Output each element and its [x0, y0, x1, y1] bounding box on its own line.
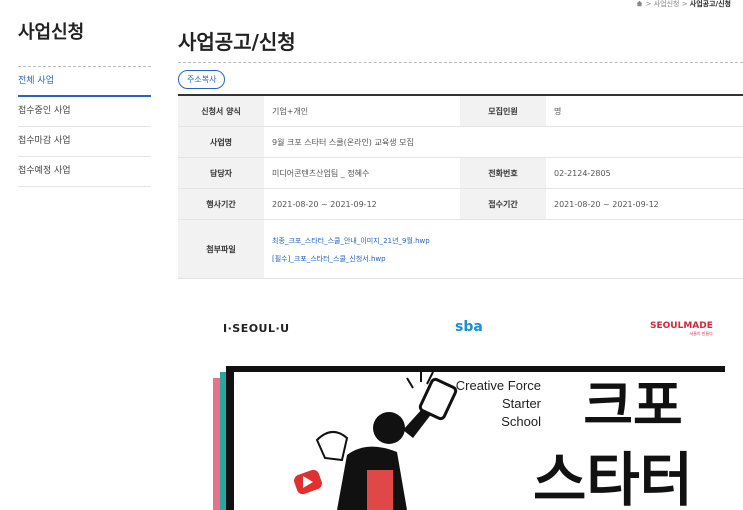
file-link[interactable]: [필수]_크포_스타터_스쿨_신청서.hwp — [272, 254, 735, 264]
period-label: 행사기간 — [178, 188, 264, 220]
sidebar-title: 사업신청 — [18, 22, 85, 43]
banner-big2: 스타터 — [533, 446, 693, 510]
files-list: 최종_크포_스타터_스쿨_안내_이미지_21년_9월.hwp [필수]_크포_스… — [264, 219, 743, 279]
apply-value: 2021-08-20 ~ 2021-09-12 — [546, 188, 743, 220]
phone-label: 전화번호 — [460, 157, 546, 189]
manager-value: 미디어콘텐츠산업팀 _ 정혜수 — [264, 157, 460, 189]
name-value: 9월 크포 스타터 스쿨(온라인) 교육생 모집 — [264, 126, 743, 158]
apply-label: 접수기간 — [460, 188, 546, 220]
sidebar: 사업신청 전체 사업 접수중인 사업 접수마감 사업 접수예정 사업 — [18, 18, 151, 187]
form-value: 기업+개인 — [264, 95, 460, 127]
table-row: 행사기간 2021-08-20 ~ 2021-09-12 접수기간 2021-0… — [178, 188, 743, 220]
table-row: 신청서 양식 기업+개인 모집인원 명 — [178, 95, 743, 127]
sidebar-item-upcoming[interactable]: 접수예정 사업 — [18, 157, 151, 187]
home-icon[interactable] — [636, 0, 643, 7]
partner-logos: I·SEOUL·U sba SEOULMADE 서울이 만들다 — [178, 319, 743, 340]
divider — [178, 62, 743, 63]
promo-banner: Creative Force Starter School 크포 스타터 — [213, 366, 725, 510]
file-link[interactable]: 최종_크포_스타터_스쿨_안내_이미지_21년_9월.hwp — [272, 236, 735, 246]
sidebar-item-closed[interactable]: 접수마감 사업 — [18, 127, 151, 157]
info-table: 신청서 양식 기업+개인 모집인원 명 사업명 9월 크포 스타터 스쿨(온라인… — [178, 94, 743, 279]
phone-value: 02-2124-2805 — [546, 157, 743, 189]
copy-address-button[interactable]: 주소복사 — [178, 70, 226, 89]
page-title: 사업공고/신청 — [178, 30, 296, 54]
seoul-logo: I·SEOUL·U — [223, 322, 290, 335]
table-row: 담당자 미디어콘텐츠산업팀 _ 정혜수 전화번호 02-2124-2805 — [178, 157, 743, 189]
banner-big1: 크포 — [583, 374, 682, 437]
recruit-label: 모집인원 — [460, 95, 546, 127]
files-label: 첨부파일 — [178, 219, 264, 279]
form-label: 신청서 양식 — [178, 95, 264, 127]
banner-line2: Starter — [502, 396, 542, 411]
breadcrumb-current: 사업공고/신청 — [689, 0, 731, 8]
table-row: 사업명 9월 크포 스타터 스쿨(온라인) 교육생 모집 — [178, 126, 743, 158]
main-content: 사업공고/신청 주소복사 신청서 양식 기업+개인 모집인원 명 사업명 9월 … — [178, 26, 743, 279]
banner-line1: Creative Force — [456, 378, 541, 393]
banner-line3: School — [501, 414, 541, 429]
seoulmade-logo: SEOULMADE 서울이 만들다 — [650, 321, 713, 336]
period-value: 2021-08-20 ~ 2021-09-12 — [264, 188, 460, 220]
breadcrumb: > 사업신청 > 사업공고/신청 — [636, 0, 731, 9]
table-row: 첨부파일 최종_크포_스타터_스쿨_안내_이미지_21년_9월.hwp [필수]… — [178, 219, 743, 279]
recruit-value: 명 — [546, 95, 743, 127]
sidebar-item-open[interactable]: 접수중인 사업 — [18, 97, 151, 127]
breadcrumb-item[interactable]: 사업신청 — [654, 0, 680, 8]
sba-logo: sba — [455, 319, 483, 335]
sidebar-item-all[interactable]: 전체 사업 — [18, 67, 151, 97]
manager-label: 담당자 — [178, 157, 264, 189]
name-label: 사업명 — [178, 126, 264, 158]
